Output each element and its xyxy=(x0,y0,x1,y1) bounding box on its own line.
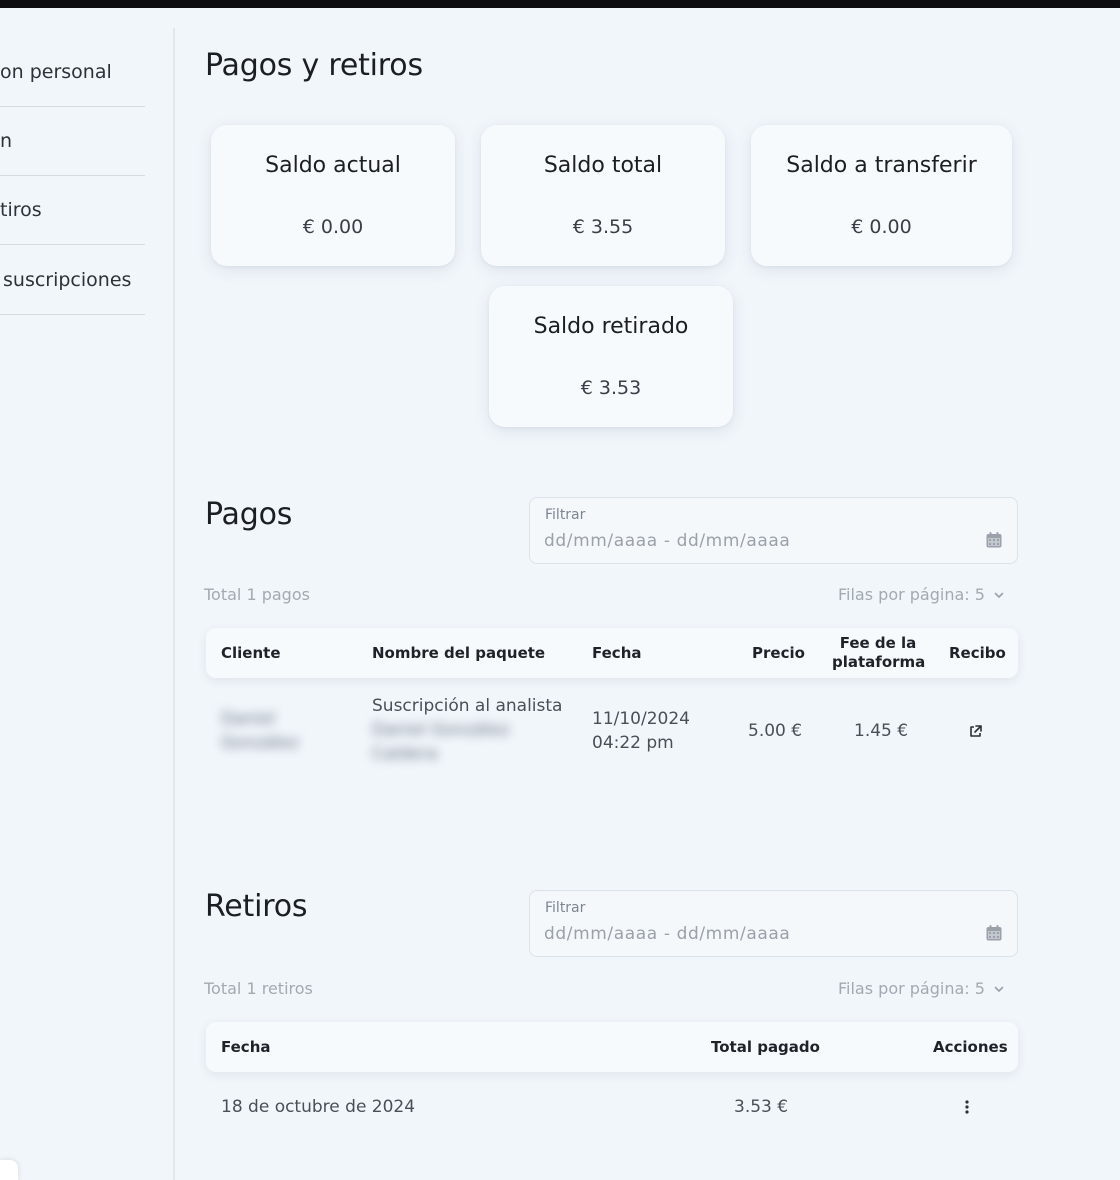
balance-card-value: € 3.53 xyxy=(580,377,642,399)
payment-time: 04:22 pm xyxy=(592,733,674,753)
kebab-menu-icon[interactable] xyxy=(963,1099,971,1115)
rows-per-page-label: Filas por página: 5 xyxy=(838,979,985,998)
collapsed-panel-tab[interactable] xyxy=(0,1160,18,1180)
package-analyst-blurred: Caldera xyxy=(372,744,438,764)
column-header-price[interactable]: Precio xyxy=(752,644,805,662)
column-header-actions[interactable]: Acciones xyxy=(933,1038,1008,1056)
payments-table-header: Cliente Nombre del paquete Fecha Precio … xyxy=(206,628,1018,678)
column-header-date[interactable]: Fecha xyxy=(592,644,642,662)
balance-card-value: € 0.00 xyxy=(302,216,364,238)
withdrawals-rows-per-page[interactable]: Filas por página: 5 xyxy=(838,979,1005,998)
sidebar-item-personal-info[interactable]: on personal xyxy=(0,38,145,107)
header-line: plataforma xyxy=(832,653,926,671)
payments-date-range-input[interactable] xyxy=(544,528,964,554)
balance-card-withdrawn: Saldo retirado € 3.53 xyxy=(489,286,733,427)
balance-card-value: € 0.00 xyxy=(851,216,912,238)
sidebar-item-label: suscripciones xyxy=(3,269,132,291)
chevron-down-icon xyxy=(994,592,1004,598)
calendar-icon[interactable] xyxy=(985,531,1003,549)
balance-card-total: Saldo total € 3.55 xyxy=(481,125,725,266)
column-header-client[interactable]: Cliente xyxy=(221,644,281,662)
column-header-receipt[interactable]: Recibo xyxy=(949,644,1006,662)
sidebar: on personal n tiros suscripciones xyxy=(0,28,175,1180)
column-header-platform-fee[interactable]: Fee de la plataforma xyxy=(832,634,926,672)
balance-card-title: Saldo a transferir xyxy=(786,153,977,178)
withdrawals-total-count: Total 1 retiros xyxy=(204,979,313,998)
package-name: Suscripción al analista xyxy=(372,696,563,716)
payment-price: 5.00 € xyxy=(748,721,803,741)
sidebar-item-label: on personal xyxy=(0,61,112,83)
sidebar-item-label: tiros xyxy=(0,199,42,221)
payment-date: 11/10/2024 xyxy=(592,709,690,729)
package-analyst-blurred: Daniel González xyxy=(372,720,510,740)
page-title: Pagos y retiros xyxy=(205,48,423,83)
balance-card-title: Saldo total xyxy=(543,153,663,178)
payment-date-cell: 11/10/2024 04:22 pm xyxy=(592,707,690,755)
withdrawals-date-range-input[interactable] xyxy=(544,921,964,947)
external-link-icon[interactable] xyxy=(968,724,983,739)
client-first-name: Daniel xyxy=(221,709,276,729)
column-header-date[interactable]: Fecha xyxy=(221,1038,271,1056)
payment-platform-fee: 1.45 € xyxy=(854,721,909,741)
top-bar xyxy=(0,0,1120,8)
withdrawal-date: 18 de octubre de 2024 xyxy=(221,1097,416,1117)
balance-card-current: Saldo actual € 0.00 xyxy=(211,125,455,266)
withdrawals-table-header: Fecha Total pagado Acciones xyxy=(206,1022,1018,1072)
sidebar-item-2[interactable]: n xyxy=(0,107,145,176)
payments-total-count: Total 1 pagos xyxy=(204,585,310,604)
sidebar-item-subscriptions[interactable]: suscripciones xyxy=(0,246,145,315)
rows-per-page-label: Filas por página: 5 xyxy=(838,585,985,604)
header-line: Fee de la xyxy=(839,634,917,652)
payments-heading: Pagos xyxy=(205,497,293,532)
balance-card-value: € 3.55 xyxy=(572,216,634,238)
calendar-icon[interactable] xyxy=(985,924,1003,942)
chevron-down-icon xyxy=(994,986,1004,992)
package-name-cell: Suscripción al analista Daniel González … xyxy=(372,694,562,766)
withdrawals-heading: Retiros xyxy=(205,889,308,924)
balance-card-title: Saldo retirado xyxy=(533,314,689,339)
withdrawal-total-paid: 3.53 € xyxy=(734,1097,789,1117)
withdrawals-date-filter[interactable]: Filtrar xyxy=(529,890,1018,957)
sidebar-item-payments-withdrawals[interactable]: tiros xyxy=(0,176,145,245)
column-header-total-paid[interactable]: Total pagado xyxy=(711,1038,820,1056)
balance-card-title: Saldo actual xyxy=(265,153,401,178)
client-name-blurred: Daniel González xyxy=(221,707,299,755)
client-last-name: González xyxy=(221,733,299,753)
balance-card-to-transfer: Saldo a transferir € 0.00 xyxy=(751,125,1012,266)
payments-rows-per-page[interactable]: Filas por página: 5 xyxy=(838,585,1005,604)
column-header-package[interactable]: Nombre del paquete xyxy=(372,644,545,662)
filter-label: Filtrar xyxy=(545,900,586,916)
sidebar-item-label: n xyxy=(0,130,13,152)
filter-label: Filtrar xyxy=(545,507,586,523)
payments-date-filter[interactable]: Filtrar xyxy=(529,497,1018,564)
